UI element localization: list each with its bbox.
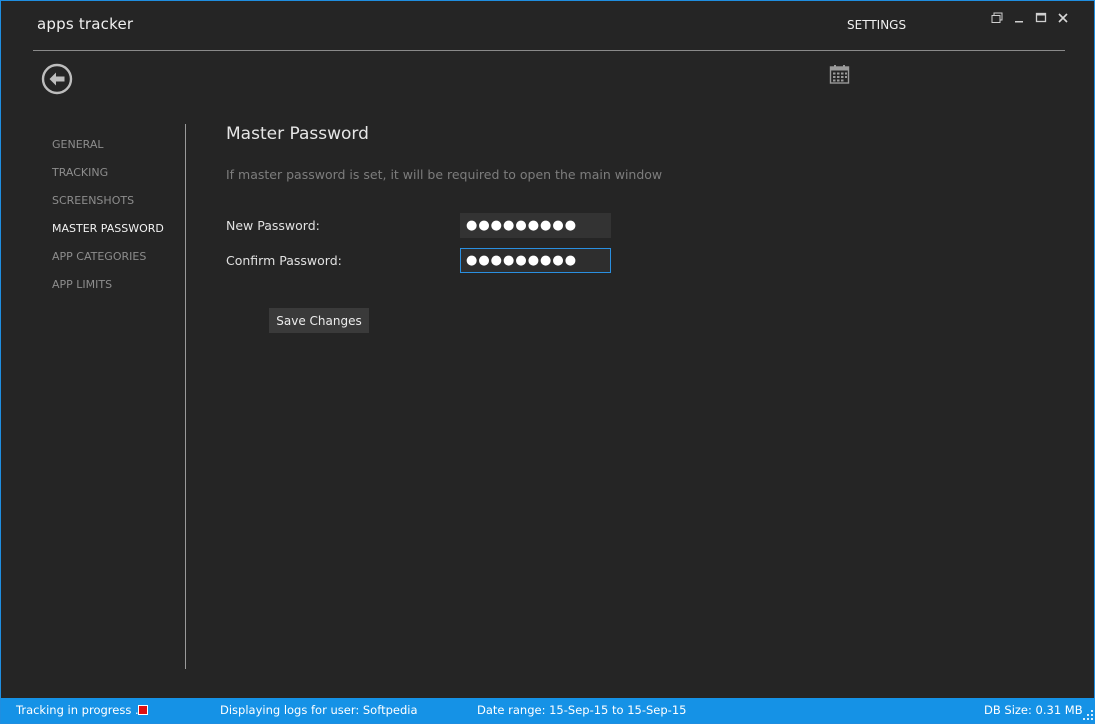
section-title: Master Password — [226, 124, 369, 144]
status-bar: Tracking in progress ... Displaying logs… — [1, 698, 1095, 723]
sidebar-item-app-categories[interactable]: APP CATEGORIES — [52, 249, 182, 277]
minimize-icon[interactable] — [1012, 11, 1026, 25]
sidebar-item-master-password[interactable]: MASTER PASSWORD — [52, 221, 182, 249]
recording-indicator-icon — [138, 705, 148, 715]
save-changes-button[interactable]: Save Changes — [269, 308, 369, 333]
header-divider — [33, 50, 1065, 51]
confirm-password-field[interactable] — [460, 248, 611, 273]
db-size-status: DB Size: 0.31 MB — [984, 703, 1083, 717]
page-title: SETTINGS — [847, 18, 907, 32]
sidebar-divider — [185, 124, 186, 669]
new-password-label: New Password: — [226, 218, 320, 233]
maximize-icon[interactable] — [1034, 11, 1048, 25]
sidebar-item-general[interactable]: GENERAL — [52, 137, 182, 165]
close-icon[interactable] — [1056, 11, 1070, 25]
back-arrow-icon[interactable] — [41, 63, 73, 95]
tracking-status: Tracking in progress ... — [16, 703, 146, 717]
user-status: Displaying logs for user: Softpedia — [220, 703, 418, 717]
calendar-icon[interactable] — [829, 64, 850, 85]
sidebar-item-tracking[interactable]: TRACKING — [52, 165, 182, 193]
confirm-password-label: Confirm Password: — [226, 253, 342, 268]
resize-grip-icon[interactable] — [1082, 709, 1094, 721]
sidebar-item-app-limits[interactable]: APP LIMITS — [52, 277, 182, 305]
section-description: If master password is set, it will be re… — [226, 167, 663, 182]
app-window: apps tracker SETTINGS GENERAL TRACKING S… — [0, 0, 1095, 724]
new-password-field[interactable] — [460, 213, 611, 238]
settings-sidebar: GENERAL TRACKING SCREENSHOTS MASTER PASS… — [52, 137, 182, 305]
restore-icon[interactable] — [990, 11, 1004, 25]
date-range-status: Date range: 15-Sep-15 to 15-Sep-15 — [477, 703, 687, 717]
sidebar-item-screenshots[interactable]: SCREENSHOTS — [52, 193, 182, 221]
app-title: apps tracker — [37, 15, 134, 33]
window-controls — [990, 11, 1070, 25]
